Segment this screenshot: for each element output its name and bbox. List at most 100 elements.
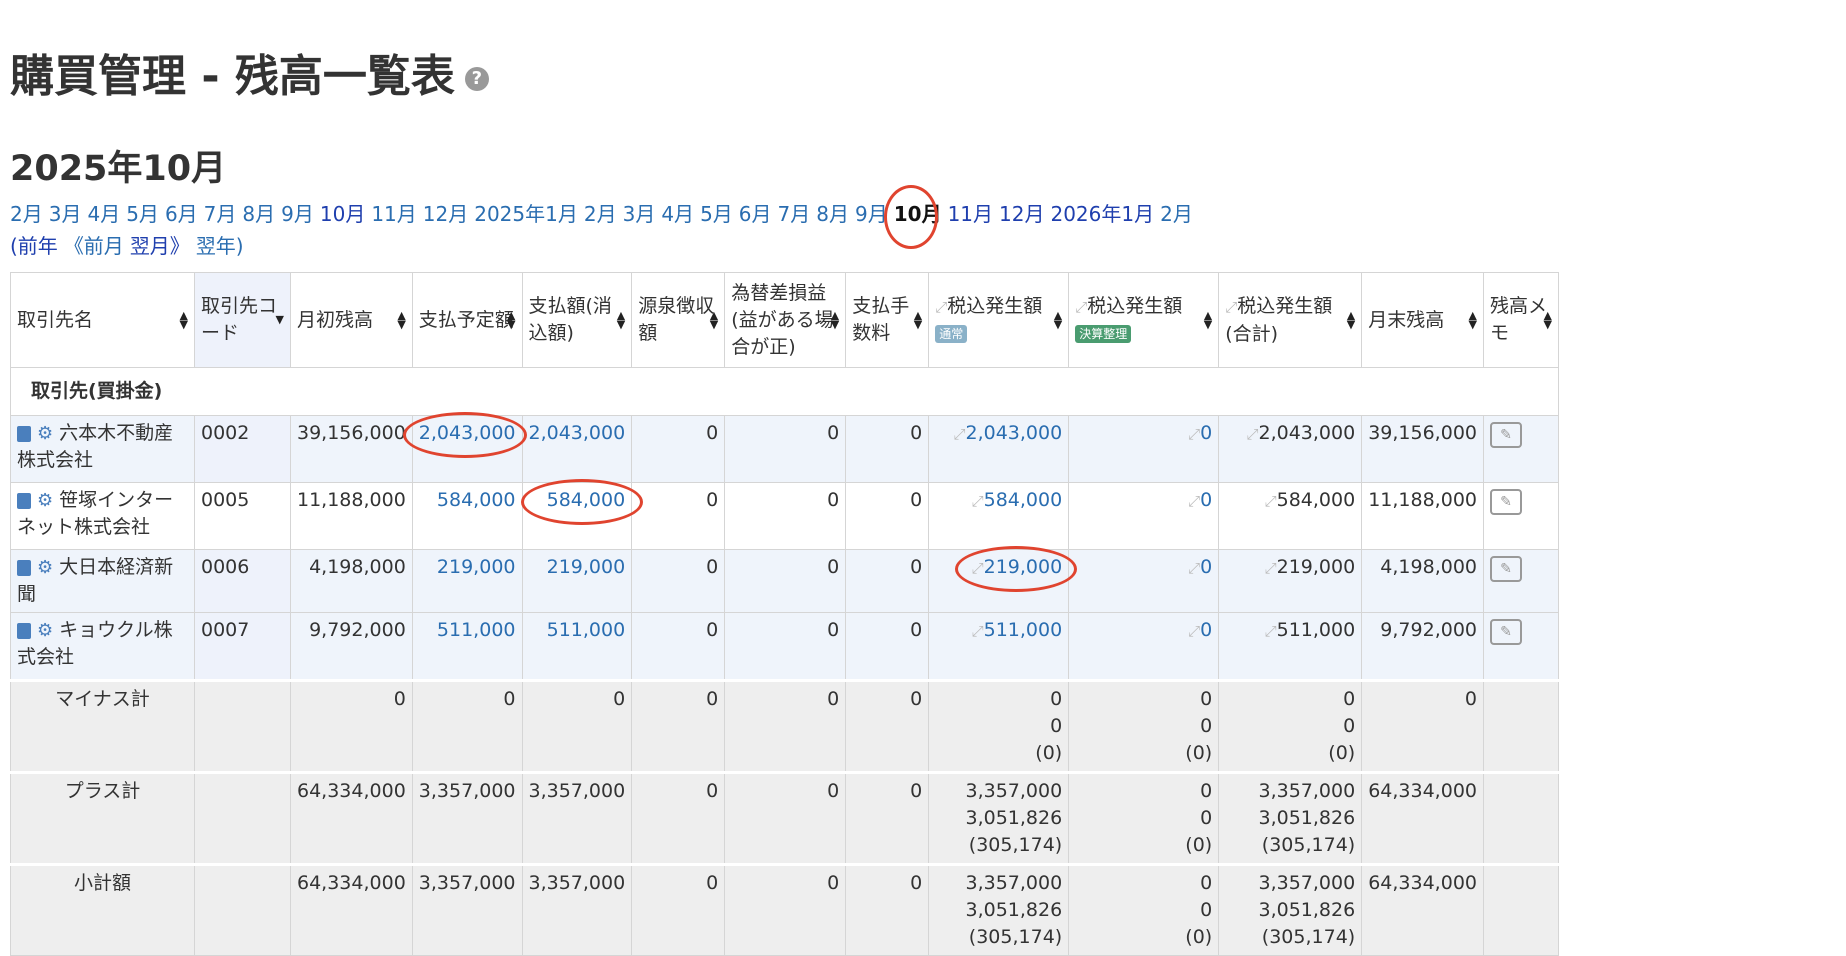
col-tax-normal[interactable]: ⤢税込発生額 通常 ▲ ▼	[928, 272, 1070, 368]
month-link[interactable]: 4月	[87, 202, 120, 226]
fee: 0	[845, 549, 930, 613]
col-opening[interactable]: 月初残高 ▲ ▼	[290, 272, 413, 368]
fx-gain-loss: 0	[724, 482, 847, 550]
expand-icon[interactable]: ⤢	[1188, 492, 1200, 510]
month-link[interactable]: 9月	[281, 202, 314, 226]
sum-line: 3,051,826	[1258, 807, 1356, 829]
month-link[interactable]: 2月	[584, 202, 617, 226]
gear-icon[interactable]: ⚙	[37, 557, 53, 578]
edit-icon[interactable]: ✎	[1490, 489, 1522, 515]
sum-memo	[1483, 679, 1559, 773]
tax-close-link[interactable]: 0	[1200, 489, 1212, 511]
gear-icon[interactable]: ⚙	[37, 490, 53, 511]
tax-normal-link[interactable]: 511,000	[984, 619, 1063, 641]
edit-icon[interactable]: ✎	[1490, 422, 1522, 448]
col-closing[interactable]: 月末残高 ▲ ▼	[1361, 272, 1484, 368]
col-paid[interactable]: 支払額(消込額) ▲ ▼	[521, 272, 633, 368]
month-link[interactable]: 6月	[739, 202, 772, 226]
group-row: 取引先(買掛金)	[10, 367, 1559, 416]
month-link[interactable]: 4月	[661, 202, 694, 226]
header-label: 取引先コード	[201, 295, 278, 344]
col-fx[interactable]: 為替差損益(益がある場合が正) ▲ ▼	[724, 272, 847, 368]
expand-icon[interactable]: ⤢	[1265, 559, 1277, 577]
month-link[interactable]: 8月	[242, 202, 275, 226]
paid-link[interactable]: 2,043,000	[529, 422, 626, 444]
month-link[interactable]: 11月	[371, 202, 416, 226]
month-link[interactable]: 12月	[999, 202, 1044, 226]
expand-icon[interactable]: ⤢	[972, 559, 984, 577]
expand-icon[interactable]: ⤢	[1225, 298, 1237, 316]
tax-normal-link[interactable]: 584,000	[984, 489, 1063, 511]
month-link[interactable]: 12月	[423, 202, 468, 226]
month-link[interactable]: 7月	[778, 202, 811, 226]
sum-closing: 64,334,000	[1361, 771, 1484, 865]
planned-link[interactable]: 219,000	[437, 556, 516, 578]
tax-close-link[interactable]: 0	[1200, 422, 1212, 444]
month-link[interactable]: 3月	[623, 202, 656, 226]
col-memo[interactable]: 残高メモ ▲ ▼	[1483, 272, 1559, 368]
month-link[interactable]: 11月	[948, 202, 993, 226]
month-link[interactable]: 5月	[126, 202, 159, 226]
paid-link[interactable]: 511,000	[547, 619, 626, 641]
col-withholding[interactable]: 源泉徴収額 ▲ ▼	[631, 272, 726, 368]
month-nav: 2月 3月 4月 5月 6月 7月 8月 9月 10月 11月 12月 2025年1月 2月 3月 4月 5月…	[10, 185, 1199, 249]
month-link[interactable]: 2025年1月	[474, 202, 578, 226]
ledger-icon[interactable]	[17, 559, 31, 576]
planned-link[interactable]: 584,000	[437, 489, 516, 511]
expand-icon[interactable]: ⤢	[953, 425, 965, 443]
planned-link[interactable]: 2,043,000	[419, 422, 516, 444]
month-link[interactable]: 9月	[855, 202, 888, 226]
partner-code: 0005	[194, 482, 291, 550]
expand-icon[interactable]: ⤢	[1188, 622, 1200, 640]
next-year-link[interactable]: 翌年)	[196, 234, 244, 258]
prev-month-link[interactable]: 《前月	[64, 234, 124, 258]
next-month-link[interactable]: 翌月》	[130, 234, 190, 258]
gear-icon[interactable]: ⚙	[37, 423, 53, 444]
month-link[interactable]: 2月	[1160, 202, 1193, 226]
prev-year-link[interactable]: (前年	[10, 234, 58, 258]
sort-icon: ▲ ▼	[179, 309, 188, 331]
expand-icon[interactable]: ⤢	[1188, 425, 1200, 443]
expand-icon[interactable]: ⤢	[1075, 298, 1087, 316]
help-icon[interactable]: ?	[464, 67, 489, 91]
sum-withholding: 0	[631, 679, 726, 773]
col-code[interactable]: 取引先コード ▼	[194, 272, 291, 368]
sum-paid: 0	[521, 679, 633, 773]
col-tax-total[interactable]: ⤢税込発生額(合計) ▲ ▼	[1218, 272, 1363, 368]
edit-icon[interactable]: ✎	[1490, 619, 1522, 645]
tax-close-link[interactable]: 0	[1200, 556, 1212, 578]
month-link[interactable]: 8月	[816, 202, 849, 226]
expand-icon[interactable]: ⤢	[935, 298, 947, 316]
month-link[interactable]: 2026年1月	[1050, 202, 1154, 226]
expand-icon[interactable]: ⤢	[1188, 559, 1200, 577]
tax-close-link[interactable]: 0	[1200, 619, 1212, 641]
month-link[interactable]: 7月	[204, 202, 237, 226]
col-fee[interactable]: 支払手数料 ▲ ▼	[845, 272, 930, 368]
edit-icon[interactable]: ✎	[1490, 556, 1522, 582]
col-name[interactable]: 取引先名 ▲ ▼	[10, 272, 195, 368]
planned-link[interactable]: 511,000	[437, 619, 516, 641]
col-tax-close[interactable]: ⤢税込発生額 決算整理 ▲ ▼	[1068, 272, 1220, 368]
month-link[interactable]: 10月	[320, 202, 365, 226]
month-link[interactable]: 2月	[10, 202, 43, 226]
col-planned[interactable]: 支払予定額 ▲ ▼	[411, 272, 523, 368]
expand-icon[interactable]: ⤢	[1265, 492, 1277, 510]
month-link[interactable]: 6月	[165, 202, 198, 226]
gear-icon[interactable]: ⚙	[37, 620, 53, 641]
expand-icon[interactable]: ⤢	[972, 622, 984, 640]
month-link[interactable]: 3月	[49, 202, 82, 226]
tax-total-cell: ⤢219,000	[1218, 549, 1363, 613]
closing-balance: 39,156,000	[1361, 415, 1484, 483]
ledger-icon[interactable]	[17, 425, 31, 442]
expand-icon[interactable]: ⤢	[972, 492, 984, 510]
ledger-icon[interactable]	[17, 492, 31, 509]
month-link[interactable]: 5月	[700, 202, 733, 226]
tax-normal-link[interactable]: 2,043,000	[966, 422, 1063, 444]
expand-icon[interactable]: ⤢	[1265, 622, 1277, 640]
sort-icon: ▲ ▼	[507, 309, 516, 331]
ledger-icon[interactable]	[17, 622, 31, 639]
expand-icon[interactable]: ⤢	[1246, 425, 1258, 443]
tax-normal-link[interactable]: 219,000	[984, 556, 1063, 578]
paid-link[interactable]: 219,000	[547, 556, 626, 578]
paid-link[interactable]: 584,000	[547, 489, 626, 511]
